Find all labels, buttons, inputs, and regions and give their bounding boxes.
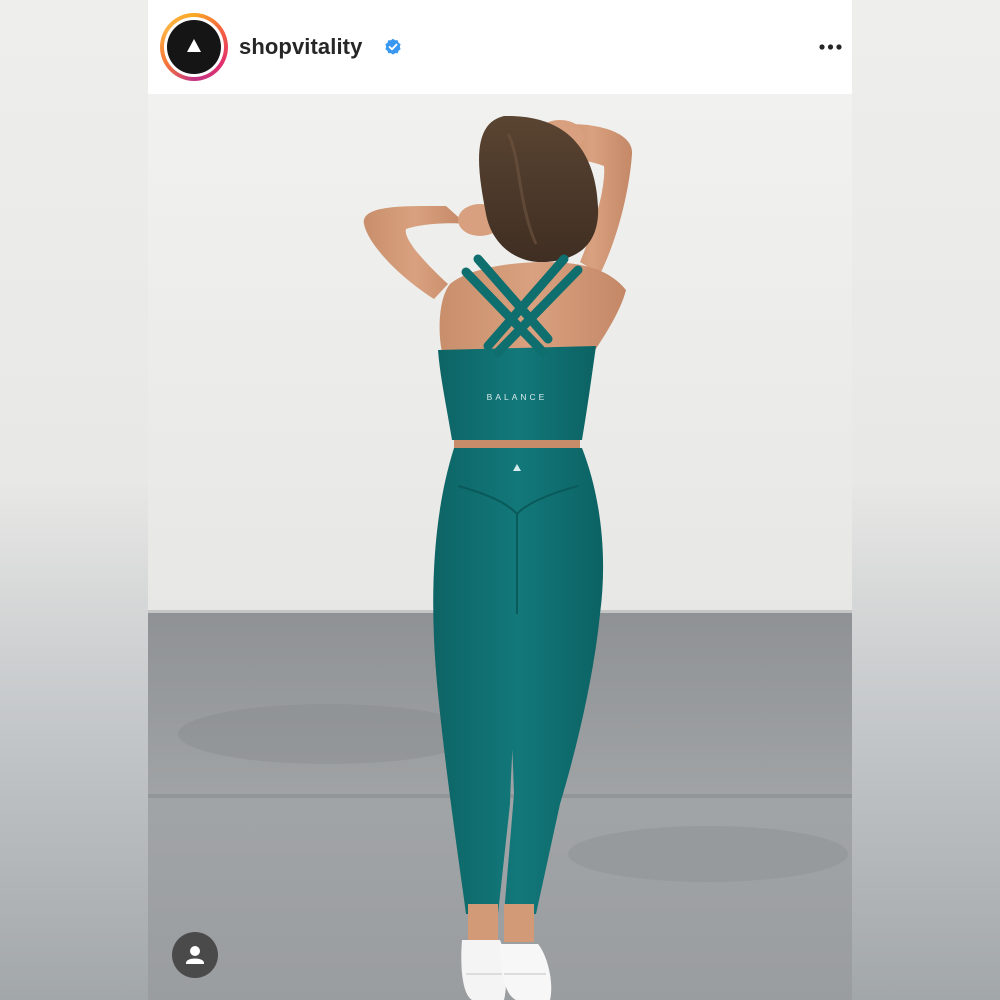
user-tag-button[interactable] xyxy=(172,932,218,978)
triangle-logo-icon xyxy=(187,39,201,52)
garment-logo-text: BALANCE xyxy=(487,392,548,402)
verified-badge-icon xyxy=(385,38,401,55)
instagram-post: shopvitality BALANCE xyxy=(148,0,852,1000)
more-options-button[interactable] xyxy=(814,34,848,60)
avatar[interactable] xyxy=(160,13,228,81)
post-photo[interactable]: BALANCE xyxy=(148,94,852,1000)
post-header: shopvitality xyxy=(148,0,852,94)
background-blur-right xyxy=(852,0,1000,1000)
username[interactable]: shopvitality xyxy=(239,33,362,61)
photo-illustration: BALANCE xyxy=(148,94,852,1000)
user-tag-icon xyxy=(186,946,204,964)
background-blur-left xyxy=(0,0,148,1000)
more-options-icon xyxy=(819,44,842,50)
